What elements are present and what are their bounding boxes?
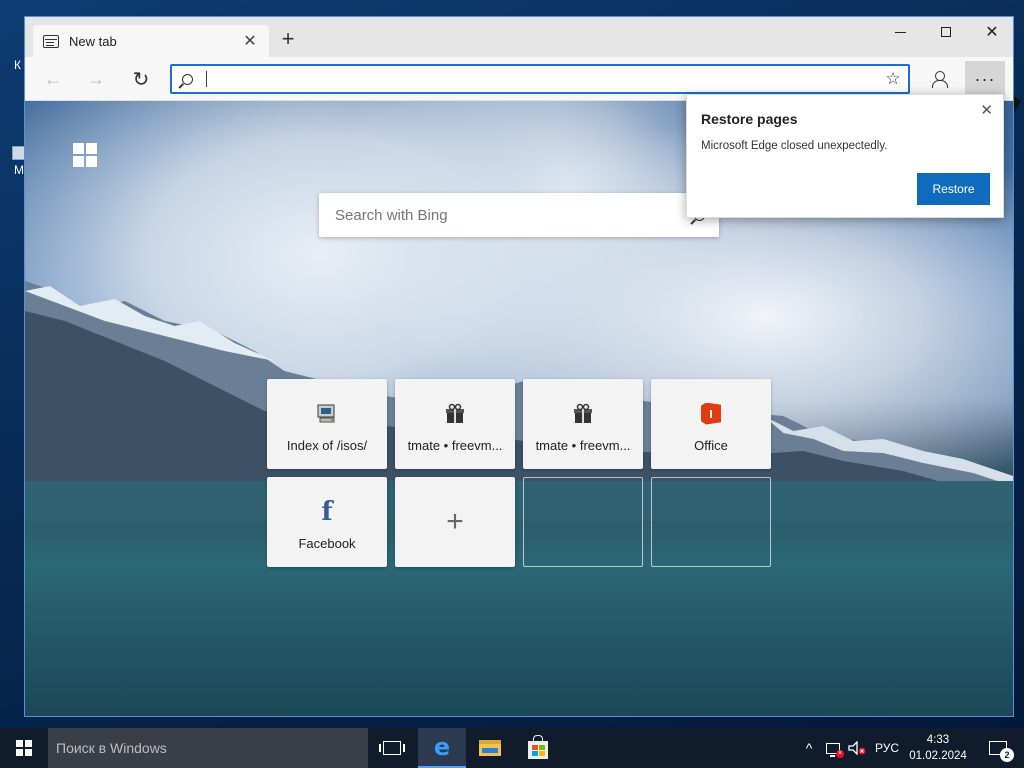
volume-button[interactable] bbox=[846, 728, 868, 768]
tile-label: tmate • freevm... bbox=[535, 437, 631, 453]
new-tab-button[interactable]: + bbox=[277, 28, 299, 51]
popup-title: Restore pages bbox=[701, 111, 798, 127]
tab-new-tab[interactable]: New tab ✕ bbox=[33, 25, 269, 57]
restore-button[interactable]: Restore bbox=[917, 173, 990, 205]
tab-page-icon bbox=[43, 34, 59, 48]
start-button[interactable] bbox=[0, 728, 48, 768]
title-bar: New tab ✕ + ✕ bbox=[25, 17, 1013, 57]
person-icon bbox=[931, 71, 948, 88]
facebook-icon: f bbox=[321, 496, 333, 527]
tile-tmate-1[interactable]: tmate • freevm... bbox=[395, 379, 515, 469]
restore-pages-popup: Restore pages Microsoft Edge closed unex… bbox=[686, 94, 1004, 218]
tile-office[interactable]: Office bbox=[651, 379, 771, 469]
address-input[interactable] bbox=[207, 66, 878, 92]
tile-index-of-isos[interactable]: Index of /isos/ bbox=[267, 379, 387, 469]
maximize-icon bbox=[941, 27, 951, 37]
tile-add-site[interactable]: + bbox=[395, 477, 515, 567]
edge-icon: e bbox=[433, 733, 451, 761]
maximize-button[interactable] bbox=[923, 17, 969, 47]
desktop-icon-label[interactable]: M bbox=[14, 163, 24, 177]
taskbar-edge-button[interactable]: e bbox=[418, 728, 466, 768]
forward-button[interactable]: → bbox=[82, 65, 110, 93]
windows-start-icon bbox=[16, 740, 32, 756]
favorite-star-icon[interactable]: ☆ bbox=[878, 69, 908, 89]
notification-icon: 2 bbox=[989, 741, 1014, 762]
computer-icon bbox=[315, 402, 339, 426]
task-view-icon bbox=[379, 741, 405, 755]
clock-date: 01.02.2024 bbox=[909, 750, 967, 762]
network-button[interactable]: × bbox=[822, 728, 844, 768]
folder-icon bbox=[479, 740, 501, 756]
action-center-button[interactable]: 2 bbox=[978, 728, 1018, 768]
gift-icon bbox=[443, 402, 467, 426]
taskbar-file-explorer-button[interactable] bbox=[466, 728, 514, 768]
office-icon bbox=[699, 402, 723, 426]
bing-search-input[interactable] bbox=[335, 206, 679, 224]
popup-message: Microsoft Edge closed unexpectedly. bbox=[701, 140, 888, 152]
taskbar-store-button[interactable] bbox=[514, 728, 562, 768]
desktop-icon-label[interactable]: К bbox=[14, 58, 21, 72]
bing-search-box[interactable] bbox=[319, 193, 719, 237]
tile-empty-slot bbox=[523, 477, 643, 567]
notification-count-badge: 2 bbox=[1000, 748, 1014, 762]
back-button[interactable]: ← bbox=[39, 65, 67, 93]
windows-logo-icon bbox=[73, 143, 97, 167]
tray-expand-chevron-icon[interactable]: ^ bbox=[798, 728, 820, 768]
store-icon bbox=[528, 735, 548, 759]
taskbar-search[interactable]: Поиск в Windows bbox=[48, 728, 368, 768]
tab-title: New tab bbox=[69, 33, 117, 49]
more-menu-button[interactable]: ··· bbox=[965, 61, 1005, 97]
volume-muted-icon bbox=[848, 741, 866, 755]
network-disconnected-icon: × bbox=[826, 742, 844, 758]
tile-label: tmate • freevm... bbox=[407, 437, 503, 453]
address-bar[interactable]: ☆ bbox=[170, 64, 910, 94]
search-icon bbox=[172, 66, 202, 92]
task-view-button[interactable] bbox=[368, 728, 416, 768]
tile-tmate-2[interactable]: tmate • freevm... bbox=[523, 379, 643, 469]
gift-icon bbox=[571, 402, 595, 426]
close-window-button[interactable]: ✕ bbox=[969, 17, 1013, 47]
minimize-button[interactable] bbox=[877, 17, 923, 47]
top-sites-grid: Index of /isos/ tmate • freevm... tmate … bbox=[267, 379, 779, 569]
tile-label: Facebook bbox=[298, 535, 356, 551]
tile-facebook[interactable]: f Facebook bbox=[267, 477, 387, 567]
input-language-indicator[interactable]: РУС bbox=[872, 728, 902, 768]
clock[interactable]: 4:33 01.02.2024 bbox=[904, 728, 972, 768]
taskbar: Поиск в Windows e ^ × РУС 4:33 01.02.202… bbox=[0, 728, 1024, 768]
plus-icon: + bbox=[446, 505, 464, 538]
mouse-cursor-icon bbox=[1014, 96, 1021, 113]
clock-time: 4:33 bbox=[926, 734, 950, 746]
minimize-icon bbox=[894, 31, 906, 33]
tile-label: Index of /isos/ bbox=[286, 437, 368, 453]
popup-close-icon[interactable]: ✕ bbox=[980, 101, 993, 119]
close-icon: ✕ bbox=[985, 24, 999, 41]
refresh-button[interactable]: ↻ bbox=[127, 65, 155, 93]
tab-close-icon[interactable]: ✕ bbox=[241, 31, 259, 51]
tile-label: Office bbox=[694, 437, 728, 453]
profile-button[interactable] bbox=[925, 65, 953, 93]
tile-empty-slot bbox=[651, 477, 771, 567]
